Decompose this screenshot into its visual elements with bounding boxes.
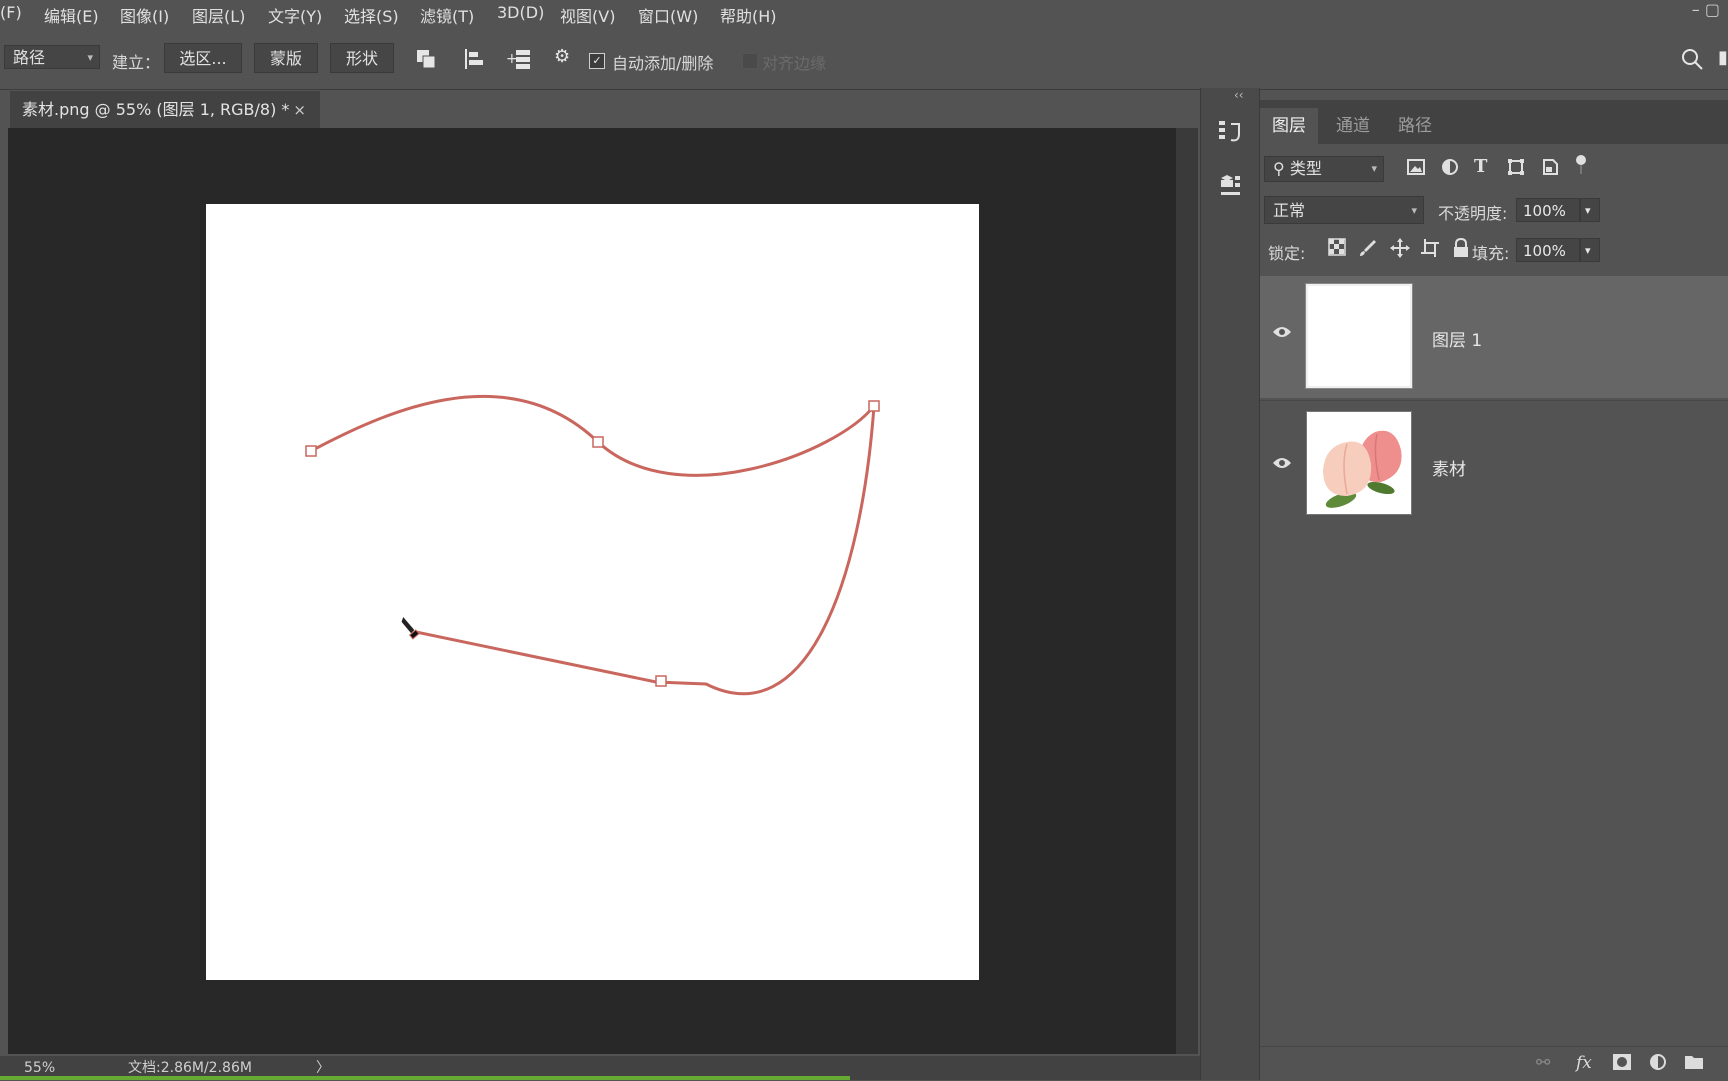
fx-icon[interactable]: fx bbox=[1576, 1053, 1592, 1073]
opacity-dropdown[interactable]: ▾ bbox=[1580, 198, 1600, 222]
pen-cursor-icon bbox=[400, 615, 420, 640]
pen-mode-value: 路径 bbox=[13, 48, 46, 67]
document-tab-title: 素材.png @ 55% (图层 1, RGB/8) * bbox=[22, 100, 290, 119]
menu-window[interactable]: 窗口(W) bbox=[638, 3, 698, 27]
layer-row-layer1[interactable]: 图层 1 bbox=[1260, 276, 1728, 398]
filter-pixel-icon[interactable] bbox=[1406, 158, 1426, 181]
lock-transparent-pixels-icon[interactable] bbox=[1328, 238, 1346, 261]
progress-strip bbox=[0, 1076, 850, 1080]
layer-filter-value: 类型 bbox=[1289, 159, 1322, 178]
filter-type-icon[interactable]: T bbox=[1474, 156, 1487, 177]
layers-panel-footer: ⚯ fx bbox=[1260, 1046, 1728, 1081]
menu-filter[interactable]: 滤镜(T) bbox=[420, 3, 474, 27]
anchor-point[interactable] bbox=[592, 436, 604, 448]
menu-select[interactable]: 选择(S) bbox=[344, 3, 399, 27]
add-mask-icon[interactable] bbox=[1612, 1053, 1632, 1076]
lock-image-pixels-icon[interactable] bbox=[1358, 238, 1378, 263]
layer-name[interactable]: 素材 bbox=[1432, 455, 1466, 480]
lock-artboard-icon[interactable] bbox=[1420, 238, 1440, 263]
path-operations-icon[interactable] bbox=[414, 47, 438, 77]
menu-help[interactable]: 帮助(H) bbox=[720, 3, 777, 27]
menu-layer[interactable]: 图层(L) bbox=[192, 3, 245, 27]
vertical-scrollbar[interactable] bbox=[1176, 128, 1198, 1054]
tab-paths[interactable]: 路径 bbox=[1386, 108, 1444, 144]
chevron-down-icon: ▾ bbox=[1371, 162, 1377, 175]
eye-icon[interactable] bbox=[1272, 455, 1292, 474]
layers-panel: 图层 通道 路径 ⚲ 类型 ▾ T 正常 ▾ 不透明度: 100% ▾ 锁定: bbox=[1260, 100, 1728, 1080]
close-icon[interactable]: × bbox=[293, 91, 306, 129]
collapsed-panel-strip bbox=[1200, 88, 1260, 1080]
fill-field[interactable]: 100% bbox=[1516, 238, 1580, 262]
layer-row-source[interactable]: 素材 bbox=[1260, 400, 1728, 525]
blend-mode-select[interactable]: 正常 ▾ bbox=[1264, 196, 1424, 224]
menu-view[interactable]: 视图(V) bbox=[560, 3, 615, 27]
anchor-point[interactable] bbox=[868, 400, 880, 412]
window-controls[interactable]: – ▢ bbox=[1692, 0, 1720, 19]
gear-icon[interactable]: ⚙ bbox=[554, 46, 570, 68]
adjustment-layer-icon[interactable] bbox=[1648, 1053, 1668, 1076]
menu-edit[interactable]: 编辑(E) bbox=[44, 3, 99, 27]
path-alignment-icon[interactable] bbox=[462, 47, 486, 77]
collapse-panels-icon[interactable]: ‹‹ bbox=[1234, 88, 1244, 102]
filter-shape-icon[interactable] bbox=[1506, 158, 1526, 181]
align-edges-label: 对齐边缘 bbox=[762, 54, 827, 73]
auto-add-delete-checkbox[interactable]: ✓ bbox=[589, 53, 605, 69]
align-edges-checkbox[interactable] bbox=[742, 53, 758, 69]
history-panel-icon[interactable] bbox=[1201, 118, 1259, 154]
tab-layers[interactable]: 图层 bbox=[1260, 108, 1318, 144]
chevron-down-icon: ▾ bbox=[87, 51, 93, 64]
options-bar: 路径 ▾ 建立： 选区... 蒙版 形状 + ⚙ ✓ 自动添加/删除 对齐边缘 … bbox=[0, 35, 1728, 90]
layer-thumbnail bbox=[1305, 283, 1413, 389]
svg-text:+: + bbox=[506, 51, 518, 67]
menu-type[interactable]: 文字(Y) bbox=[268, 3, 322, 27]
menu-bar: (F) 编辑(E) 图像(I) 图层(L) 文字(Y) 选择(S) 滤镜(T) … bbox=[0, 0, 1728, 26]
menu-image[interactable]: 图像(I) bbox=[120, 3, 169, 27]
filter-smart-object-icon[interactable] bbox=[1540, 158, 1560, 181]
make-mask-button[interactable]: 蒙版 bbox=[254, 43, 318, 73]
auto-add-delete-label: 自动添加/删除 bbox=[612, 54, 714, 73]
filter-toggle-icon[interactable] bbox=[1574, 154, 1588, 181]
anchor-point[interactable] bbox=[655, 675, 667, 687]
link-layers-icon[interactable]: ⚯ bbox=[1536, 1053, 1550, 1073]
properties-panel-icon[interactable] bbox=[1201, 172, 1259, 208]
opacity-label: 不透明度: bbox=[1438, 204, 1508, 223]
new-group-folder-icon[interactable] bbox=[1684, 1053, 1704, 1076]
document-canvas[interactable] bbox=[206, 204, 979, 980]
chevron-down-icon: ▾ bbox=[1411, 204, 1417, 217]
lock-label: 锁定: bbox=[1268, 244, 1306, 263]
layer-filter-select[interactable]: ⚲ 类型 ▾ bbox=[1264, 156, 1384, 182]
make-label: 建立： bbox=[112, 53, 161, 72]
blend-mode-value: 正常 bbox=[1273, 201, 1306, 220]
search-icon[interactable] bbox=[1680, 47, 1704, 77]
pen-mode-select[interactable]: 路径 ▾ bbox=[4, 45, 100, 69]
search-icon: ⚲ bbox=[1273, 159, 1290, 178]
document-tab[interactable]: 素材.png @ 55% (图层 1, RGB/8) * × bbox=[10, 90, 320, 128]
opacity-field[interactable]: 100% bbox=[1516, 198, 1580, 222]
eye-icon[interactable] bbox=[1272, 324, 1292, 343]
menu-3d[interactable]: 3D(D) bbox=[497, 3, 544, 22]
fill-dropdown[interactable]: ▾ bbox=[1580, 238, 1600, 262]
menu-file[interactable]: (F) bbox=[0, 3, 22, 22]
lock-position-icon[interactable] bbox=[1390, 238, 1410, 263]
filter-adjustment-icon[interactable] bbox=[1440, 158, 1460, 181]
lock-all-icon[interactable] bbox=[1452, 237, 1470, 263]
pen-path-overlay[interactable] bbox=[206, 204, 979, 980]
anchor-point[interactable] bbox=[305, 445, 317, 457]
peach-thumbnail bbox=[1306, 411, 1412, 515]
make-selection-button[interactable]: 选区... bbox=[164, 43, 242, 73]
fill-label: 填充: bbox=[1472, 244, 1510, 263]
make-shape-button[interactable]: 形状 bbox=[330, 43, 394, 73]
panel-tabs: 图层 通道 路径 bbox=[1260, 100, 1728, 144]
tab-channels[interactable]: 通道 bbox=[1324, 108, 1382, 144]
path-arrangement-icon[interactable]: + bbox=[506, 47, 534, 77]
workspace-icon[interactable]: ▮ bbox=[1718, 47, 1728, 69]
layer-name[interactable]: 图层 1 bbox=[1432, 326, 1482, 351]
